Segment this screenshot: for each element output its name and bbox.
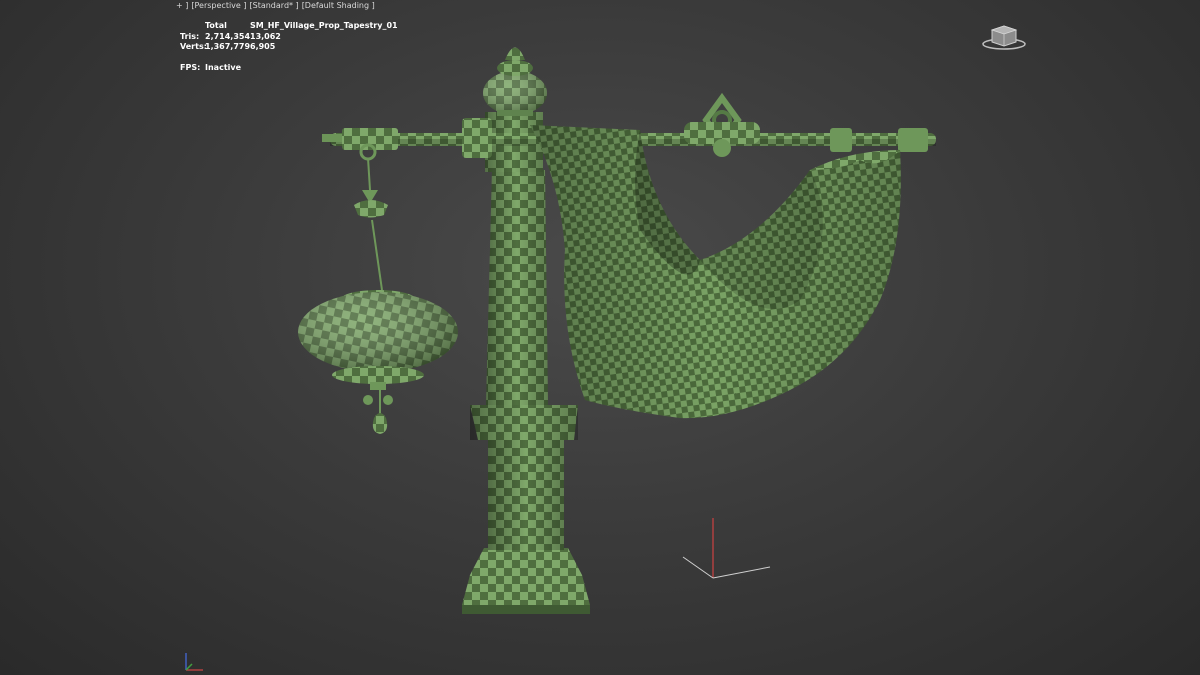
perspective-viewport[interactable]: + ] [Perspective ] [Standard* ] [Default… <box>0 0 1200 675</box>
tapestry-prop-model <box>298 47 936 614</box>
world-axis-icon <box>185 653 203 671</box>
scene-render[interactable] <box>0 0 1200 675</box>
transform-gizmo[interactable] <box>682 518 771 579</box>
